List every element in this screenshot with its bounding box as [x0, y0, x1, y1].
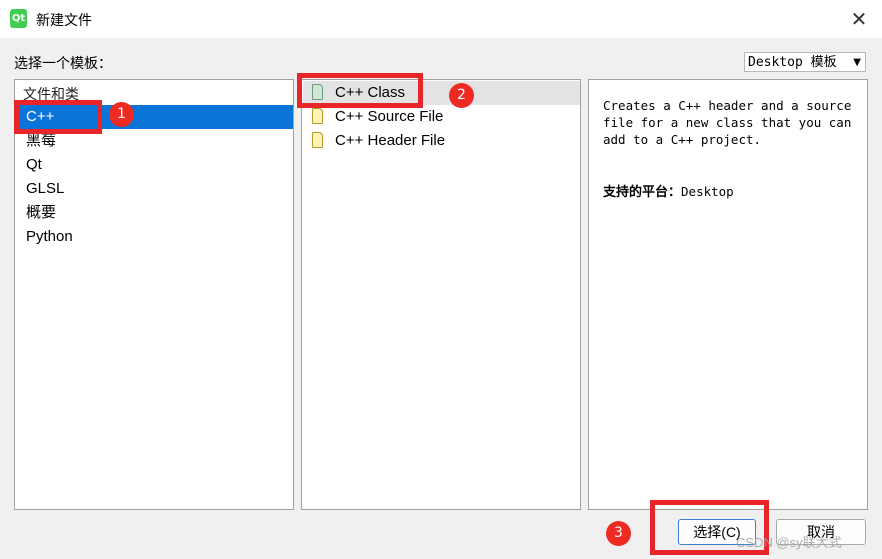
template-filter-dropdown[interactable]: Desktop 模板 ▼	[744, 52, 866, 72]
supported-platforms: 支持的平台：Desktop	[603, 181, 734, 200]
template-item-label: C++ Class	[335, 84, 406, 101]
window-title: 新建文件	[36, 12, 92, 28]
step-badge-1: 1	[109, 102, 134, 127]
category-item-modeling[interactable]: 概要	[16, 201, 293, 225]
choose-template-label: 选择一个模板：	[14, 55, 112, 71]
step-badge-3: 3	[606, 521, 631, 546]
file-icon	[312, 84, 323, 100]
title-bar: Qt 新建文件 ✕	[0, 0, 882, 38]
template-description: Creates a C++ header and a source file f…	[603, 98, 852, 147]
platform-label: 支持的平台：	[603, 184, 682, 199]
template-item-cpp-source-file[interactable]: C++ Source File	[303, 105, 580, 129]
platform-value: Desktop	[681, 184, 734, 199]
category-item-cpp[interactable]: C++	[16, 105, 293, 129]
template-item-label: C++ Source File	[335, 108, 444, 125]
category-group-header: 文件和类	[23, 86, 79, 102]
category-item-python[interactable]: Python	[16, 225, 293, 249]
category-item-qt[interactable]: Qt	[16, 153, 293, 177]
file-icon	[312, 132, 323, 148]
close-icon[interactable]: ✕	[846, 6, 872, 32]
template-filter-value: Desktop 模板	[748, 55, 837, 70]
category-item-blackberry[interactable]: 黑莓	[16, 129, 293, 153]
template-list: C++ Class C++ Source File C++ Header Fil…	[301, 79, 581, 510]
template-item-cpp-class[interactable]: C++ Class	[303, 81, 580, 105]
category-list: 文件和类 C++ 黑莓 Qt GLSL 概要 Python	[14, 79, 294, 510]
qt-app-icon: Qt	[10, 9, 27, 28]
template-item-label: C++ Header File	[335, 132, 446, 149]
chevron-down-icon: ▼	[853, 57, 861, 68]
watermark: CSDN @sy联大式	[736, 535, 842, 550]
file-icon	[312, 108, 323, 124]
step-badge-2: 2	[449, 83, 474, 108]
template-item-cpp-header-file[interactable]: C++ Header File	[303, 129, 580, 153]
category-item-glsl[interactable]: GLSL	[16, 177, 293, 201]
description-panel: Creates a C++ header and a source file f…	[588, 79, 868, 510]
